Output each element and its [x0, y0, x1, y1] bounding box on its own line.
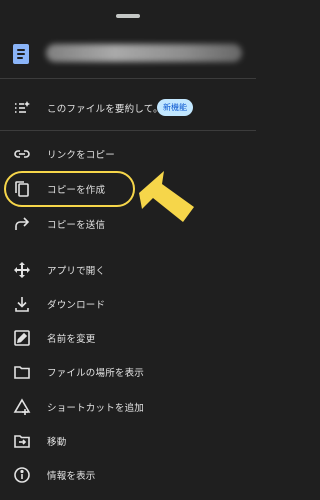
- menu-item-rename[interactable]: 名前を変更: [0, 320, 256, 356]
- rename-icon: [14, 330, 30, 346]
- document-icon: [13, 44, 29, 64]
- menu-item-copy-link[interactable]: リンクをコピー: [0, 136, 256, 172]
- summarize-file-item[interactable]: このファイルを要約して。 新機能: [0, 90, 256, 126]
- summarize-label: このファイルを要約して。: [47, 104, 163, 115]
- menu-item-add-shortcut[interactable]: ショートカットを追加: [0, 389, 256, 425]
- divider: [0, 130, 256, 131]
- drag-handle[interactable]: [116, 14, 140, 18]
- menu-item-open-app[interactable]: アプリで開く: [0, 252, 256, 288]
- menu-item-label: 名前を変更: [47, 334, 96, 345]
- menu-item-details[interactable]: 情報を表示: [0, 457, 256, 493]
- menu-item-label: 情報を表示: [47, 471, 96, 482]
- menu-item-label: リンクをコピー: [47, 150, 115, 161]
- menu-item-label: ダウンロード: [47, 300, 106, 311]
- folder-icon: [14, 366, 30, 379]
- menu-item-show-location[interactable]: ファイルの場所を表示: [0, 354, 256, 390]
- link-icon: [14, 150, 30, 158]
- file-title-blurred: [46, 44, 242, 62]
- download-icon: [15, 297, 29, 312]
- menu-item-label: 移動: [47, 437, 67, 448]
- highlight-ring: [4, 171, 135, 207]
- pointer-arrow-icon: [139, 171, 194, 222]
- move-icon: [14, 435, 30, 448]
- open-with-icon: [14, 262, 30, 278]
- summarize-icon: [15, 101, 30, 113]
- menu-item-label: コピーを送信: [47, 220, 106, 231]
- new-feature-badge: 新機能: [157, 99, 193, 116]
- file-header: [0, 28, 256, 78]
- menu-item-label: アプリで開く: [47, 266, 106, 277]
- menu-item-move[interactable]: 移動: [0, 423, 256, 459]
- forward-icon: [15, 217, 30, 230]
- add-shortcut-icon: [13, 398, 31, 415]
- menu-item-label: ファイルの場所を表示: [47, 368, 145, 379]
- divider: [0, 78, 256, 79]
- info-icon: [14, 467, 30, 483]
- menu-item-download[interactable]: ダウンロード: [0, 286, 256, 322]
- menu-item-send-copy[interactable]: コピーを送信: [0, 206, 256, 242]
- menu-item-label: ショートカットを追加: [47, 403, 145, 414]
